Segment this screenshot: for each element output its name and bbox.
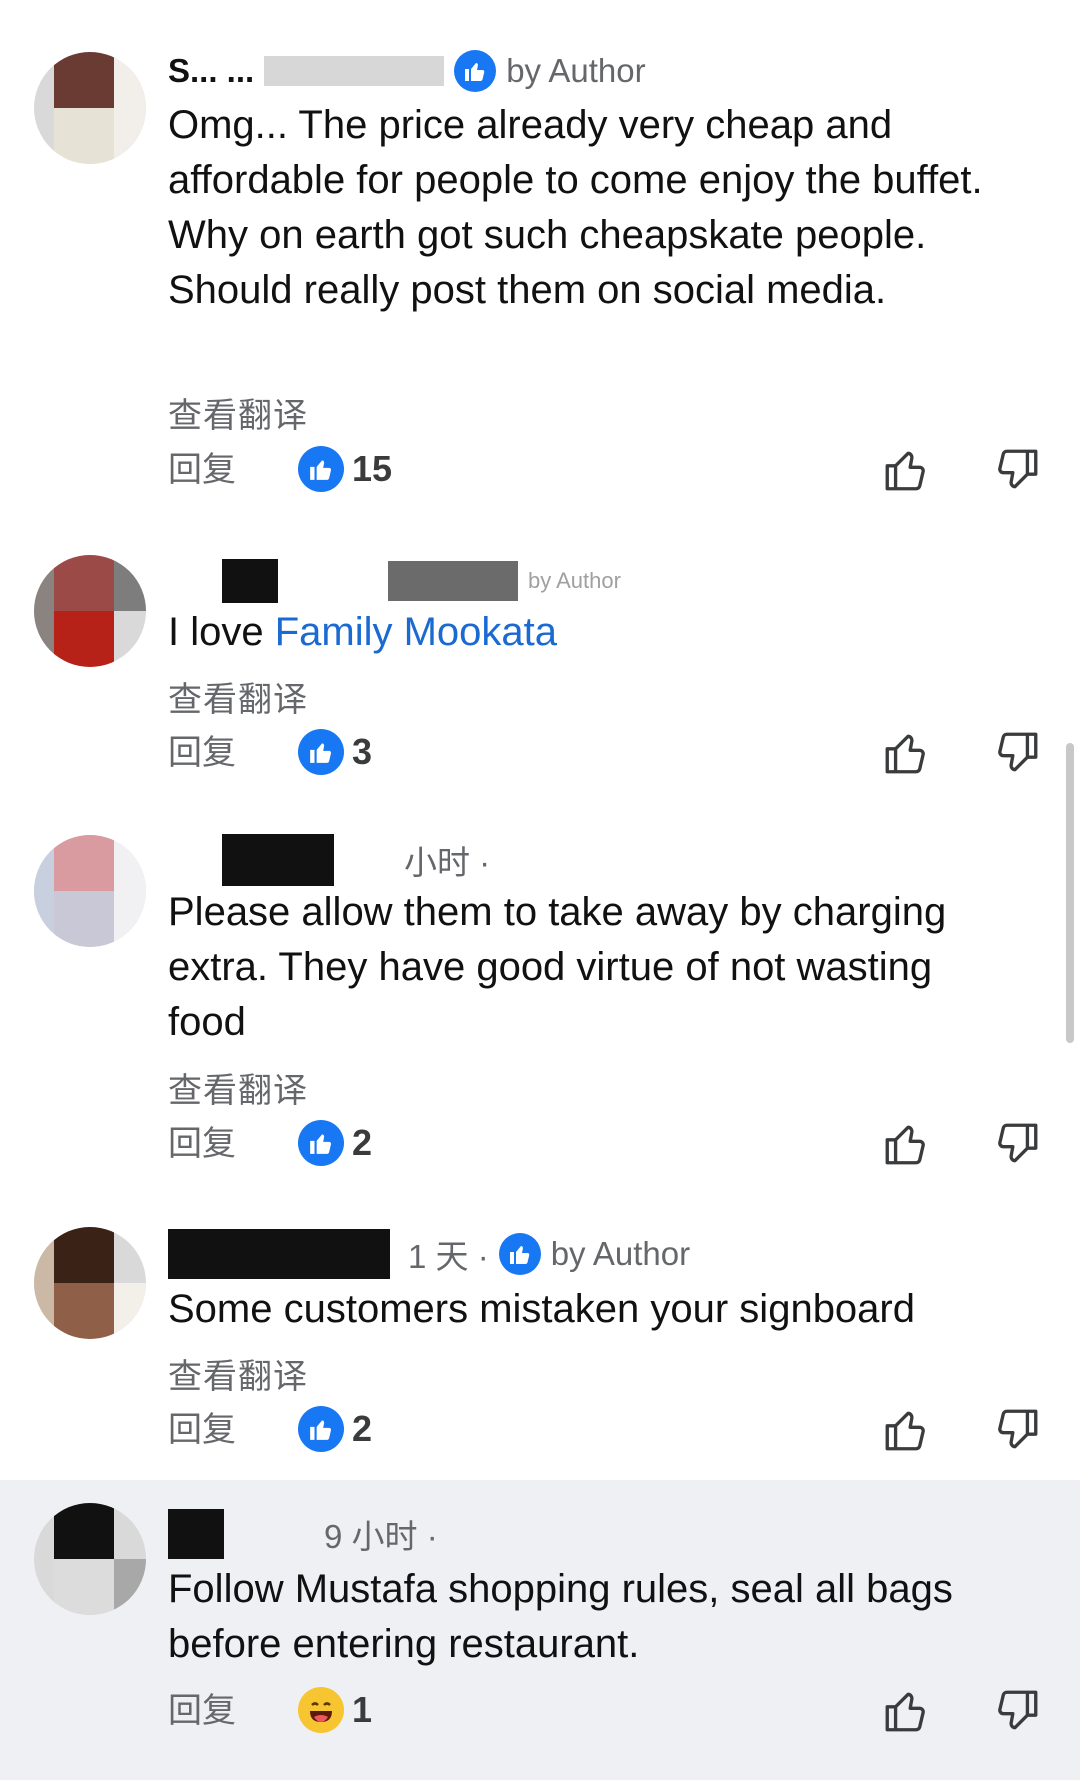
thumbs-up-icon[interactable] [881, 1686, 931, 1736]
avatar[interactable] [34, 555, 146, 667]
author-badge: by Author [506, 52, 646, 89]
like-reaction-icon [298, 1120, 344, 1166]
comment-actions: 回复 2 [168, 1119, 1048, 1169]
redacted-name [222, 559, 278, 603]
comment-meta: by Author [168, 558, 621, 604]
author-badge: by Author [550, 1235, 691, 1272]
thumbs-down-icon[interactable] [992, 1119, 1042, 1169]
comment-time[interactable]: 9 小时 · [324, 1510, 438, 1558]
comment-time[interactable]: 1 天 · [408, 1230, 489, 1278]
reaction-summary[interactable]: 1 [298, 1687, 372, 1733]
redacted-badge [388, 561, 518, 601]
see-translation-link[interactable]: 查看翻译 [168, 388, 308, 437]
like-reaction-icon [298, 1406, 344, 1452]
avatar[interactable] [34, 52, 146, 164]
reaction-count: 2 [352, 1408, 373, 1449]
comment-time[interactable]: 小时 · [404, 836, 490, 884]
like-reaction-icon [298, 729, 344, 775]
thumbs-down-icon[interactable] [992, 445, 1042, 495]
reply-button[interactable]: 回复 [168, 1119, 236, 1169]
reply-button[interactable]: 回复 [168, 1405, 236, 1455]
comment-meta: S... ... by Author [168, 48, 646, 94]
laughing-emoji-icon [298, 1687, 344, 1733]
thumbs-up-icon[interactable] [881, 445, 931, 495]
comment-text: Omg... The price already very cheap and … [168, 103, 983, 312]
thumbs-up-icon[interactable] [881, 728, 931, 778]
thumbs-up-icon[interactable] [881, 1405, 931, 1455]
comment-meta: 9 小时 · [168, 1509, 438, 1559]
comment-meta: 1 天 · by Author [168, 1229, 691, 1279]
author-badge-icon [454, 50, 497, 92]
reaction-summary[interactable]: 3 [298, 729, 372, 775]
redacted-name [168, 1229, 390, 1279]
comment-text: Some customers mistaken your signboard [168, 1287, 915, 1331]
like-reaction-icon [298, 446, 344, 492]
reaction-summary[interactable]: 15 [298, 446, 392, 492]
author-name[interactable]: S... ... [168, 52, 254, 90]
reaction-count: 15 [352, 448, 393, 489]
comment-actions: 回复 15 [168, 445, 1048, 495]
reply-button[interactable]: 回复 [168, 445, 236, 495]
reaction-count: 3 [352, 731, 373, 772]
comment-actions: 回复 3 [168, 728, 1048, 778]
thumbs-up-icon[interactable] [881, 1119, 931, 1169]
avatar[interactable] [34, 835, 146, 947]
reply-button[interactable]: 回复 [168, 1686, 236, 1736]
avatar[interactable] [34, 1227, 146, 1339]
comment-text: I love Family Mookata [168, 605, 1008, 660]
reaction-summary[interactable]: 2 [298, 1406, 372, 1452]
comment-actions: 回复 1 [168, 1686, 1048, 1736]
scrollbar[interactable] [1066, 743, 1074, 1043]
mention-link[interactable]: Family Mookata [275, 610, 557, 654]
comment-text: Follow Mustafa shopping rules, seal all … [168, 1567, 953, 1666]
comment-text-prefix: I love [168, 610, 275, 654]
comment-actions: 回复 2 [168, 1405, 1048, 1455]
author-badge-icon [498, 1233, 541, 1275]
comment-meta: 小时 · [168, 834, 490, 886]
thumbs-down-icon[interactable] [992, 728, 1042, 778]
thumbs-down-icon[interactable] [992, 1686, 1042, 1736]
reaction-count: 2 [352, 1122, 373, 1163]
reaction-summary[interactable]: 2 [298, 1120, 372, 1166]
comment-text: Please allow them to take away by chargi… [168, 890, 947, 1044]
avatar[interactable] [34, 1503, 146, 1615]
thumbs-down-icon[interactable] [992, 1405, 1042, 1455]
reply-button[interactable]: 回复 [168, 728, 236, 778]
redacted-name [222, 834, 334, 886]
see-translation-link[interactable]: 查看翻译 [168, 1063, 308, 1112]
see-translation-link[interactable]: 查看翻译 [168, 1349, 308, 1398]
reaction-count: 1 [352, 1689, 373, 1730]
author-badge: by Author [528, 568, 621, 593]
redacted-name [168, 1509, 224, 1559]
see-translation-link[interactable]: 查看翻译 [168, 672, 308, 721]
redacted-name [264, 56, 445, 86]
